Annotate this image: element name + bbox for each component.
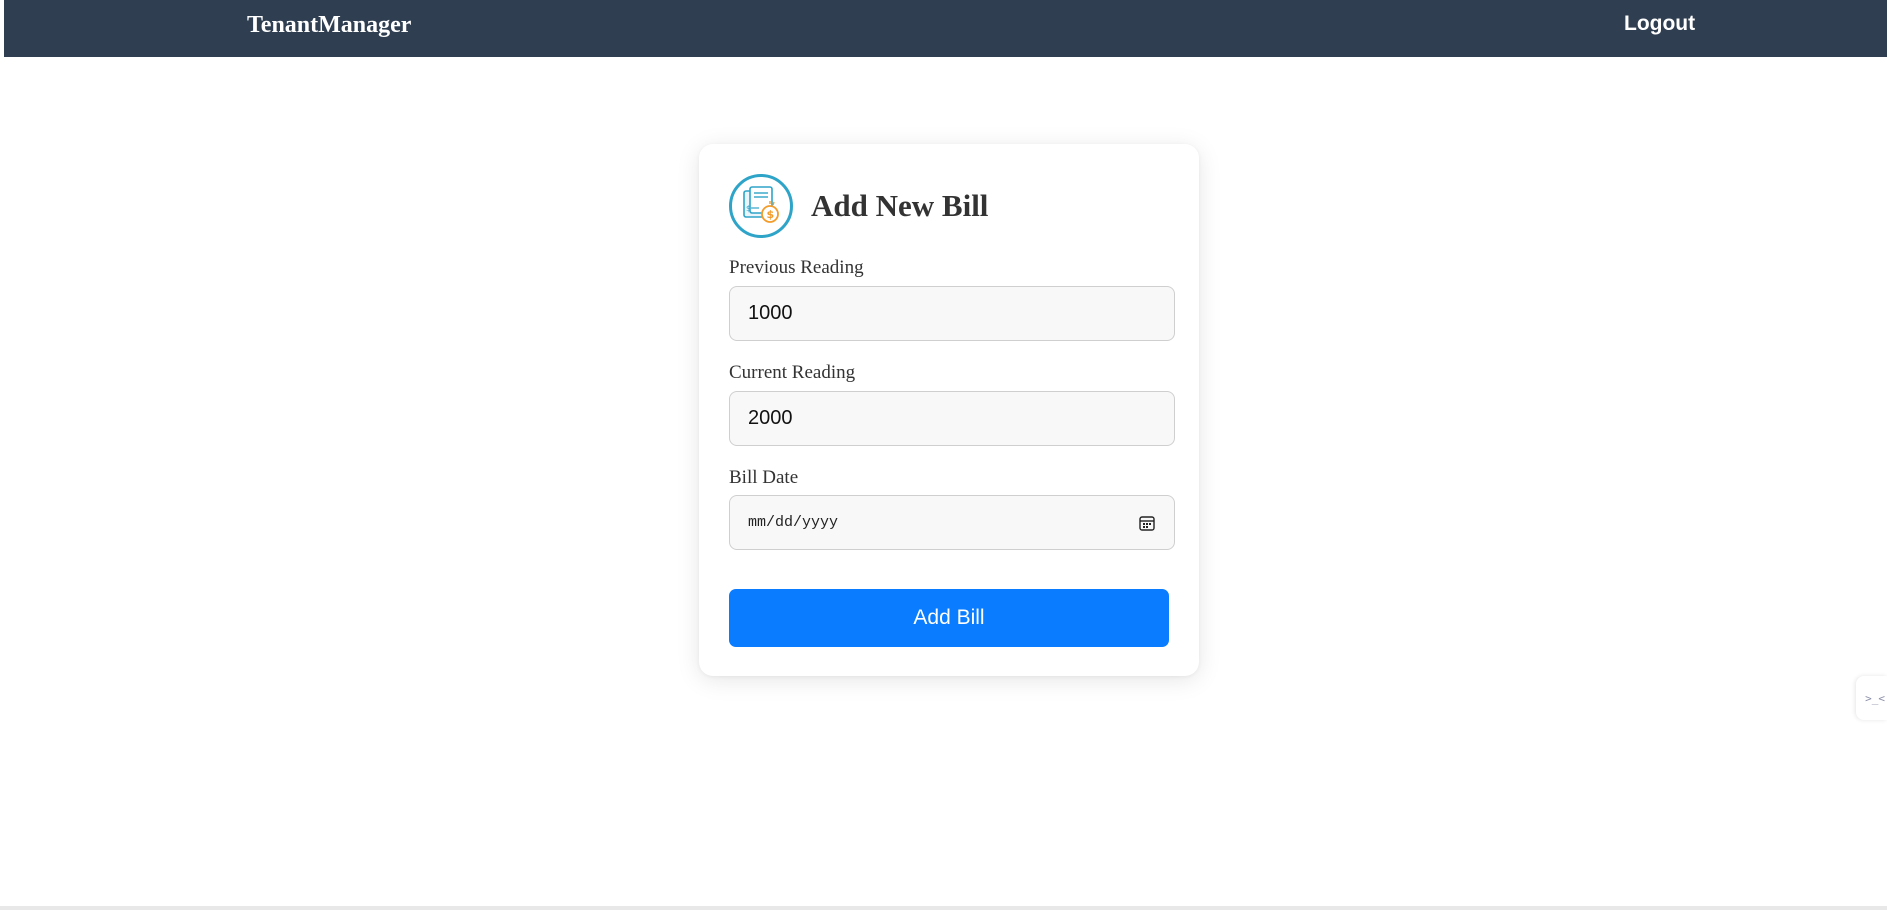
page-title: Add New Bill <box>811 188 989 223</box>
bill-invoice-icon: $ $ <box>729 174 793 238</box>
card-header: $ $ Add New Bill <box>729 174 988 238</box>
svg-text:$: $ <box>767 208 775 221</box>
add-bill-button[interactable]: Add Bill <box>729 589 1169 647</box>
current-reading-input[interactable] <box>729 391 1175 446</box>
brand-logo-link[interactable]: TenantManager <box>247 12 411 39</box>
logout-link[interactable]: Logout <box>1624 12 1695 36</box>
svg-text:$: $ <box>746 204 751 213</box>
top-navbar: TenantManager Logout <box>4 0 1887 57</box>
bill-date-label: Bill Date <box>729 467 799 488</box>
side-widget-text: >_< <box>1865 691 1885 705</box>
bill-date-placeholder: mm/dd/yyyy <box>748 514 839 531</box>
current-reading-label: Current Reading <box>729 362 856 383</box>
previous-reading-input[interactable] <box>729 286 1175 341</box>
previous-reading-label: Previous Reading <box>729 257 864 278</box>
bill-date-input[interactable]: mm/dd/yyyy <box>729 495 1175 550</box>
bottom-border <box>0 906 1887 910</box>
add-bill-card: $ $ Add New Bill Previous Reading Curren… <box>699 144 1199 676</box>
calendar-icon[interactable] <box>1138 514 1156 532</box>
terminal-icon[interactable]: >_< <box>1856 676 1887 720</box>
